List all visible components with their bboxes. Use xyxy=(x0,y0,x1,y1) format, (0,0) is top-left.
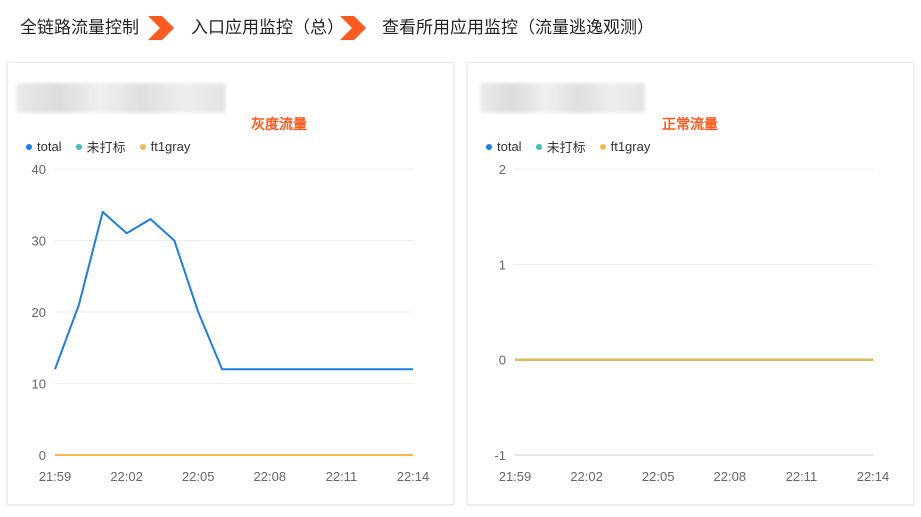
normal-traffic-chart: -1 0 1 2 21:59 22:02 22:05 22:08 22:11 22:14 xyxy=(494,162,890,484)
chevron-right-icon xyxy=(148,16,174,40)
series-line-total xyxy=(54,210,413,371)
y-tick-label: 20 xyxy=(32,305,46,320)
y-tick-label: -1 xyxy=(494,448,506,463)
x-tick-label: 22:11 xyxy=(326,469,358,484)
x-tick-label: 21:59 xyxy=(499,469,532,484)
x-tick-label: 22:14 xyxy=(857,469,890,484)
normal-traffic-panel: 正常流量 total 未打标 ft1gray -1 0 1 2 21:59 22:02 22… xyxy=(467,62,914,505)
y-tick-label: 10 xyxy=(32,377,46,392)
chevron-right-icon xyxy=(340,16,366,40)
breadcrumb: 全链路流量控制 入口应用监控（总） 查看所用应用监控（流量逃逸观测） xyxy=(0,0,921,56)
x-tick-label: 22:08 xyxy=(714,469,747,484)
x-tick-label: 22:05 xyxy=(642,469,675,484)
gray-traffic-chart: 0 10 20 30 40 21:59 22:02 22:05 22:08 22:11 22:14 xyxy=(32,162,430,484)
breadcrumb-item-traffic-control[interactable]: 全链路流量控制 xyxy=(20,17,139,39)
y-tick-label: 30 xyxy=(32,234,46,249)
x-tick-label: 22:14 xyxy=(397,469,430,484)
y-tick-label: 0 xyxy=(39,448,46,463)
x-tick-label: 22:02 xyxy=(570,469,603,484)
y-tick-label: 1 xyxy=(499,257,506,272)
x-tick-label: 22:05 xyxy=(182,469,215,484)
x-tick-label: 22:08 xyxy=(254,469,287,484)
y-tick-label: 40 xyxy=(32,162,46,177)
x-tick-label: 22:11 xyxy=(786,469,818,484)
y-tick-label: 2 xyxy=(499,162,506,177)
breadcrumb-item-entry-monitor[interactable]: 入口应用监控（总） xyxy=(191,17,344,39)
x-tick-label: 22:02 xyxy=(110,469,143,484)
gray-traffic-panel: 灰度流量 total 未打标 ft1gray 0 10 20 30 40 21:59 22:… xyxy=(7,62,454,505)
y-tick-label: 0 xyxy=(499,353,506,368)
x-tick-label: 21:59 xyxy=(39,469,72,484)
breadcrumb-item-all-apps-monitor: 查看所用应用监控（流量逃逸观测） xyxy=(382,18,654,37)
